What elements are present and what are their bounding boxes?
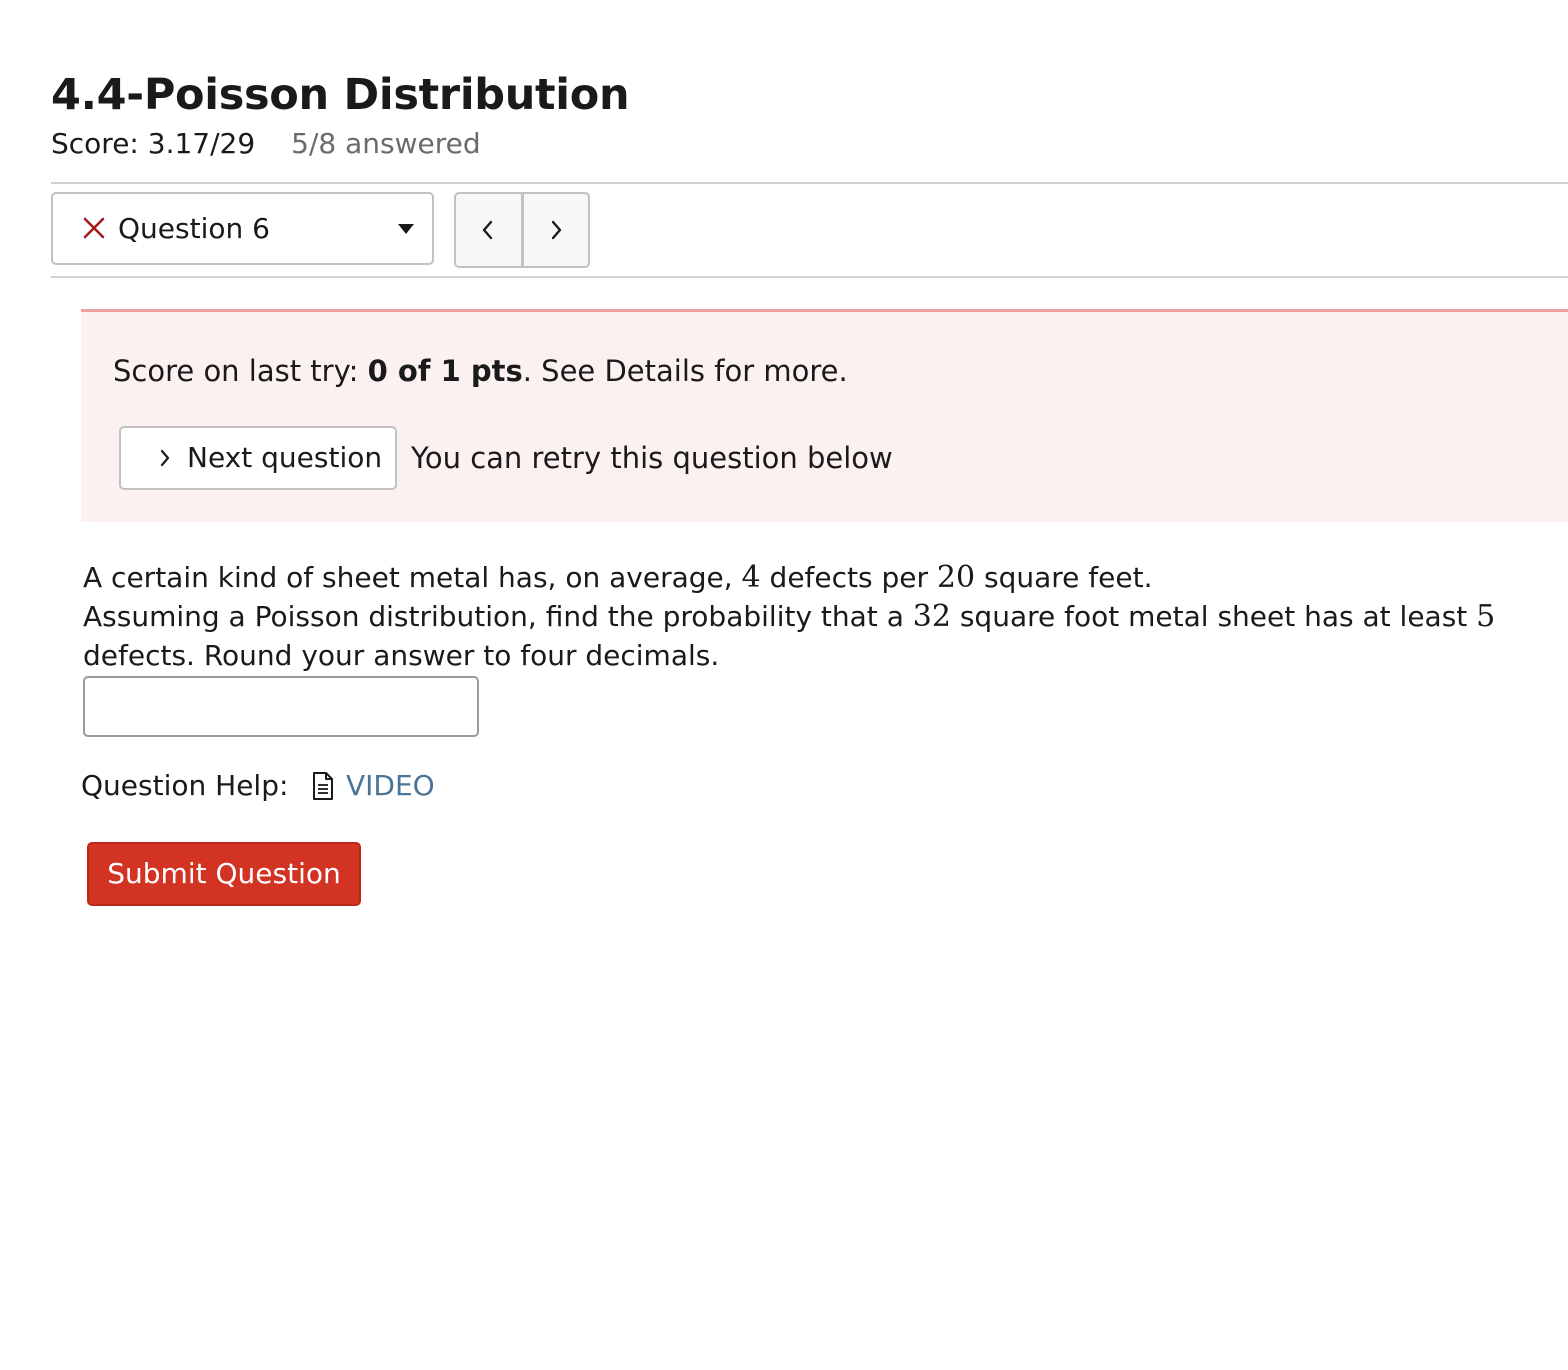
divider-top bbox=[51, 182, 1568, 184]
x-icon bbox=[83, 217, 105, 239]
alert-score: 0 of 1 pts bbox=[367, 354, 523, 388]
question-text-part: Assuming a Poisson distribution, find th… bbox=[83, 600, 913, 633]
alert-prefix: Score on last try: bbox=[113, 354, 368, 388]
chevron-left-icon bbox=[483, 220, 493, 240]
question-help: Question Help: VIDEO bbox=[81, 766, 435, 806]
retry-text: You can retry this question below bbox=[411, 441, 893, 475]
assignment-score: Score: 3.17/29 bbox=[51, 127, 256, 160]
video-link[interactable]: VIDEO bbox=[346, 766, 435, 806]
divider-bottom bbox=[51, 276, 1568, 278]
next-question-arrow-button[interactable] bbox=[520, 194, 589, 266]
page-title: 4.4-Poisson Distribution bbox=[51, 70, 630, 120]
question-select[interactable]: Question 6 bbox=[51, 192, 434, 265]
score-line: Score: 3.17/29 5/8 answered bbox=[51, 124, 481, 164]
question-text: A certain kind of sheet metal has, on av… bbox=[83, 558, 1503, 675]
question-text-part: defects per bbox=[760, 561, 937, 594]
question-text-part: square foot metal sheet has at least bbox=[950, 600, 1477, 633]
submit-question-button[interactable]: Submit Question bbox=[87, 842, 361, 906]
last-try-alert: Score on last try: 0 of 1 pts. See Detai… bbox=[81, 309, 1568, 522]
question-text-part: square feet. bbox=[975, 561, 1153, 594]
caret-down-icon bbox=[398, 224, 414, 234]
document-icon bbox=[313, 772, 333, 800]
question-text-part: defects. Round your answer to four decim… bbox=[83, 639, 720, 672]
answered-count: 5/8 answered bbox=[291, 127, 481, 160]
assignment-page: 4.4-Poisson Distribution Score: 3.17/29 5… bbox=[0, 0, 1568, 1370]
last-try-score-text: Score on last try: 0 of 1 pts. See Detai… bbox=[113, 350, 848, 392]
chevron-right-icon bbox=[551, 220, 561, 240]
question-nav bbox=[454, 192, 590, 268]
math-value: 32 bbox=[912, 599, 951, 634]
alert-suffix: . See Details for more. bbox=[522, 354, 848, 388]
question-select-label: Question 6 bbox=[118, 212, 270, 245]
question-text-part: A certain kind of sheet metal has, on av… bbox=[83, 561, 742, 594]
chevron-right-icon bbox=[160, 449, 170, 467]
question-help-label: Question Help: bbox=[81, 769, 289, 802]
next-question-label: Next question bbox=[187, 441, 383, 474]
next-question-button[interactable]: Next question bbox=[119, 426, 397, 490]
answer-input[interactable] bbox=[83, 676, 479, 737]
math-value: 20 bbox=[936, 560, 976, 595]
math-value: 5 bbox=[1476, 599, 1496, 634]
math-value: 4 bbox=[741, 560, 761, 595]
previous-question-button[interactable] bbox=[456, 194, 521, 266]
